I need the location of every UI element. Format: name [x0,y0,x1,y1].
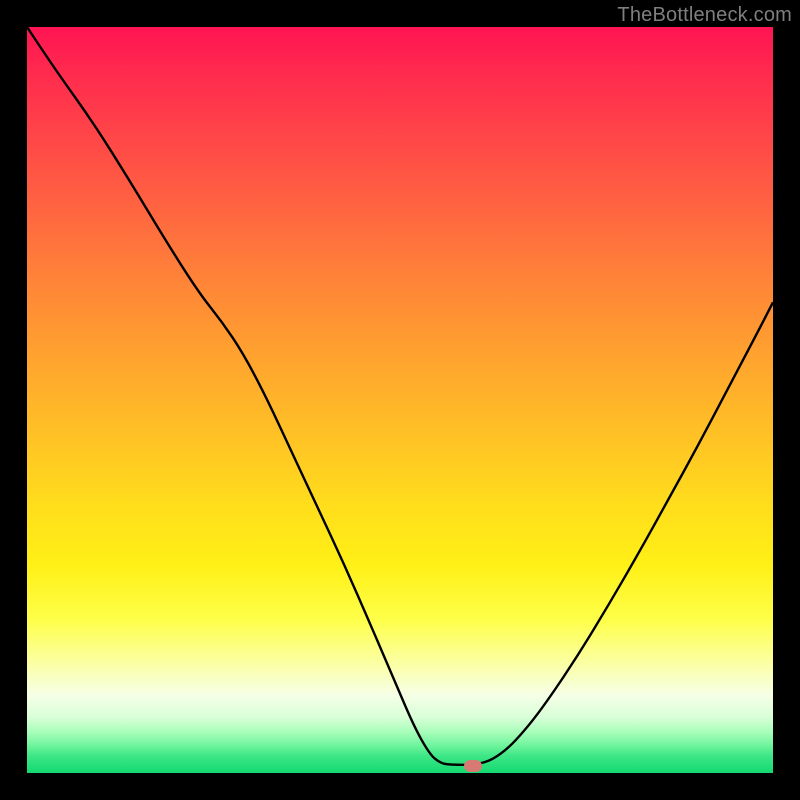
bottleneck-curve [27,27,773,773]
watermark-text: TheBottleneck.com [617,4,792,27]
optimal-point-marker [464,760,482,772]
plot-area [27,27,773,773]
curve-path [27,27,773,765]
chart-frame: TheBottleneck.com [0,0,800,800]
